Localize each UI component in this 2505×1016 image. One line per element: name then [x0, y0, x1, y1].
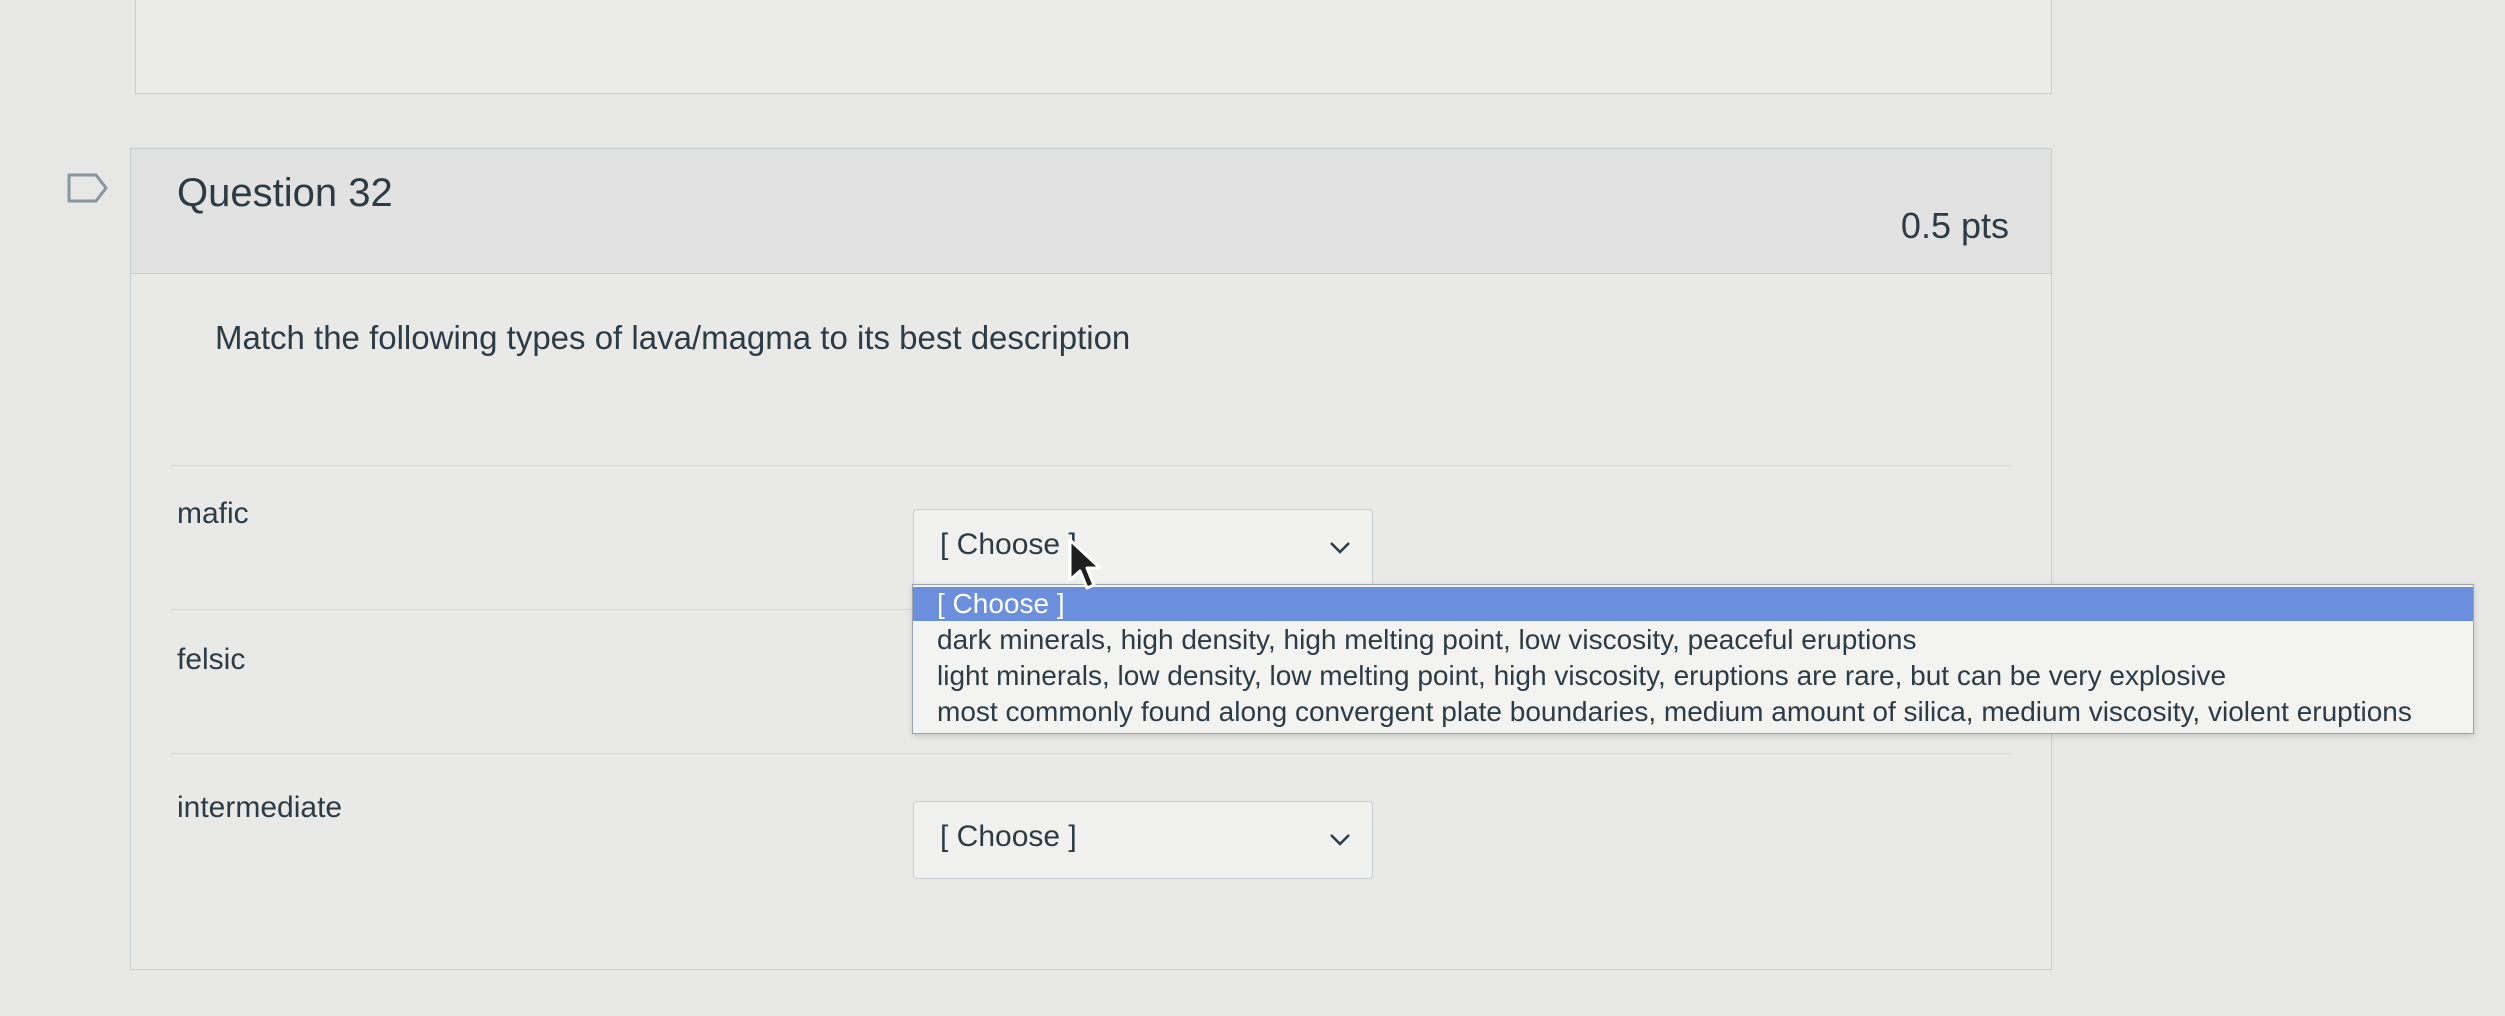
match-label-mafic: mafic: [177, 497, 249, 530]
row-divider: [171, 753, 2011, 754]
select-value: [ Choose ]: [940, 528, 1077, 561]
question-header: Question 32 0.5 pts: [131, 149, 2051, 274]
question-prompt: Match the following types of lava/magma …: [215, 319, 1131, 356]
row-divider: [171, 465, 2011, 466]
previous-question-box: [135, 0, 2052, 94]
mafic-select[interactable]: [ Choose ]: [913, 509, 1373, 587]
bookmark-icon[interactable]: [66, 172, 110, 204]
dropdown-list[interactable]: [ Choose ] dark minerals, high density, …: [912, 584, 2474, 734]
match-label-felsic: felsic: [177, 643, 246, 676]
match-label-intermediate: intermediate: [177, 791, 343, 824]
chevron-down-icon: [1330, 542, 1350, 554]
dropdown-option[interactable]: dark minerals, high density, high meltin…: [913, 623, 2473, 657]
dropdown-option[interactable]: [ Choose ]: [913, 587, 2473, 621]
intermediate-select[interactable]: [ Choose ]: [913, 801, 1373, 879]
mouse-cursor-icon: [1068, 538, 1102, 590]
question-title: Question 32: [177, 171, 393, 215]
select-value: [ Choose ]: [940, 820, 1077, 853]
dropdown-option[interactable]: most commonly found along convergent pla…: [913, 695, 2473, 729]
chevron-down-icon: [1330, 834, 1350, 846]
question-points: 0.5 pts: [1900, 205, 2009, 246]
dropdown-option[interactable]: light minerals, low density, low melting…: [913, 659, 2473, 693]
